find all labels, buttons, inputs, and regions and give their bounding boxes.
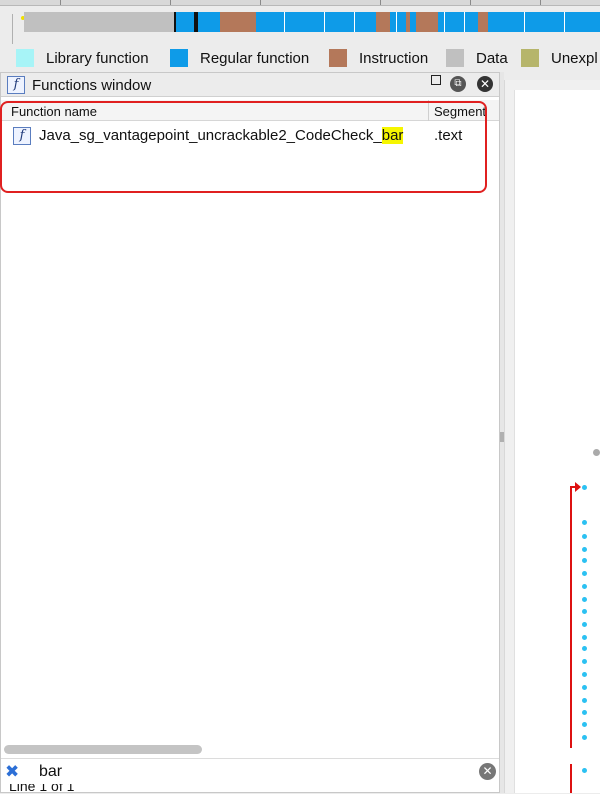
graph-node-dot (582, 609, 587, 614)
float-window-icon[interactable]: ⧉ (450, 76, 466, 92)
functions-window-title: Functions window (32, 77, 152, 94)
graph-node-dot (582, 547, 587, 552)
nav-separator (464, 12, 465, 32)
legend-swatch-data (446, 49, 464, 67)
legend-swatch-regular (170, 49, 188, 67)
nav-segment (488, 12, 600, 32)
arrow-head-icon (575, 482, 581, 492)
legend-swatch-unexplored (521, 49, 539, 67)
nav-segment (390, 12, 406, 32)
nav-segment (220, 12, 256, 32)
nav-separator (564, 12, 565, 32)
function-f-icon: f (7, 76, 25, 94)
graph-node-dot (582, 635, 587, 640)
graph-node-dot (582, 485, 587, 490)
filter-input[interactable] (31, 761, 471, 783)
graph-node-dot (582, 698, 587, 703)
graph-node-dot (582, 622, 587, 627)
legend-label-library: Library function (46, 50, 149, 67)
legend-swatch-library (16, 49, 34, 67)
clear-x-icon[interactable]: ✕ (479, 763, 496, 780)
graph-node-dot (582, 520, 587, 525)
horizontal-scrollbar[interactable] (4, 745, 202, 754)
graph-node-dot (582, 584, 587, 589)
graph-node-dot (582, 597, 587, 602)
graph-node-dot (582, 672, 587, 677)
legend-label-unexplored: Unexpl (551, 50, 598, 67)
close-icon[interactable]: ✕ (477, 76, 493, 92)
nav-separator (444, 12, 445, 32)
graph-node-dot (582, 534, 587, 539)
graph-node-dot (582, 710, 587, 715)
toolbar-tick (60, 0, 61, 5)
toolbar-tick (260, 0, 261, 5)
legend: Library function Regular function Instru… (0, 46, 600, 70)
toolbar-tick (380, 0, 381, 5)
nav-separator (524, 12, 525, 32)
branch-arrow (570, 486, 572, 748)
graph-view-canvas[interactable] (514, 90, 600, 793)
graph-node-dot (582, 571, 587, 576)
scroll-indicator[interactable] (593, 449, 600, 456)
graph-node-dot (582, 646, 587, 651)
nav-separator (324, 12, 325, 32)
navigation-band-container (0, 6, 600, 44)
legend-label-instruction: Instruction (359, 50, 429, 67)
graph-node-dot (582, 558, 587, 563)
nav-segment (176, 12, 194, 32)
graph-node-dot (582, 768, 587, 773)
legend-label-regular: Regular function (200, 50, 310, 67)
filter-x-icon[interactable]: ✖ (5, 762, 19, 782)
graph-node-dot (582, 735, 587, 740)
toolbar-tick (470, 0, 471, 5)
nav-separator (396, 12, 397, 32)
toolbar-tick (540, 0, 541, 5)
nav-segment (198, 12, 220, 32)
nav-segment (24, 12, 174, 32)
graph-node-dot (582, 722, 587, 727)
graph-node-dot (582, 659, 587, 664)
legend-label-data: Data (476, 50, 508, 67)
nav-segment (416, 12, 438, 32)
nav-segment (478, 12, 488, 32)
maximize-icon[interactable] (431, 75, 441, 85)
nav-separator (284, 12, 285, 32)
quick-filter-bar: ✖ ✕ (1, 758, 499, 784)
legend-swatch-instruction (329, 49, 347, 67)
nav-separator (354, 12, 355, 32)
nav-divider (12, 14, 13, 44)
navigation-band[interactable] (24, 12, 600, 32)
annotation-highlight-box (0, 101, 487, 193)
branch-arrow (570, 764, 572, 793)
functions-window-titlebar[interactable]: f Functions window ⧉ ✕ (1, 73, 499, 97)
graph-node-dot (582, 685, 587, 690)
toolbar-tick (170, 0, 171, 5)
nav-segment (376, 12, 390, 32)
nav-segment (256, 12, 376, 32)
